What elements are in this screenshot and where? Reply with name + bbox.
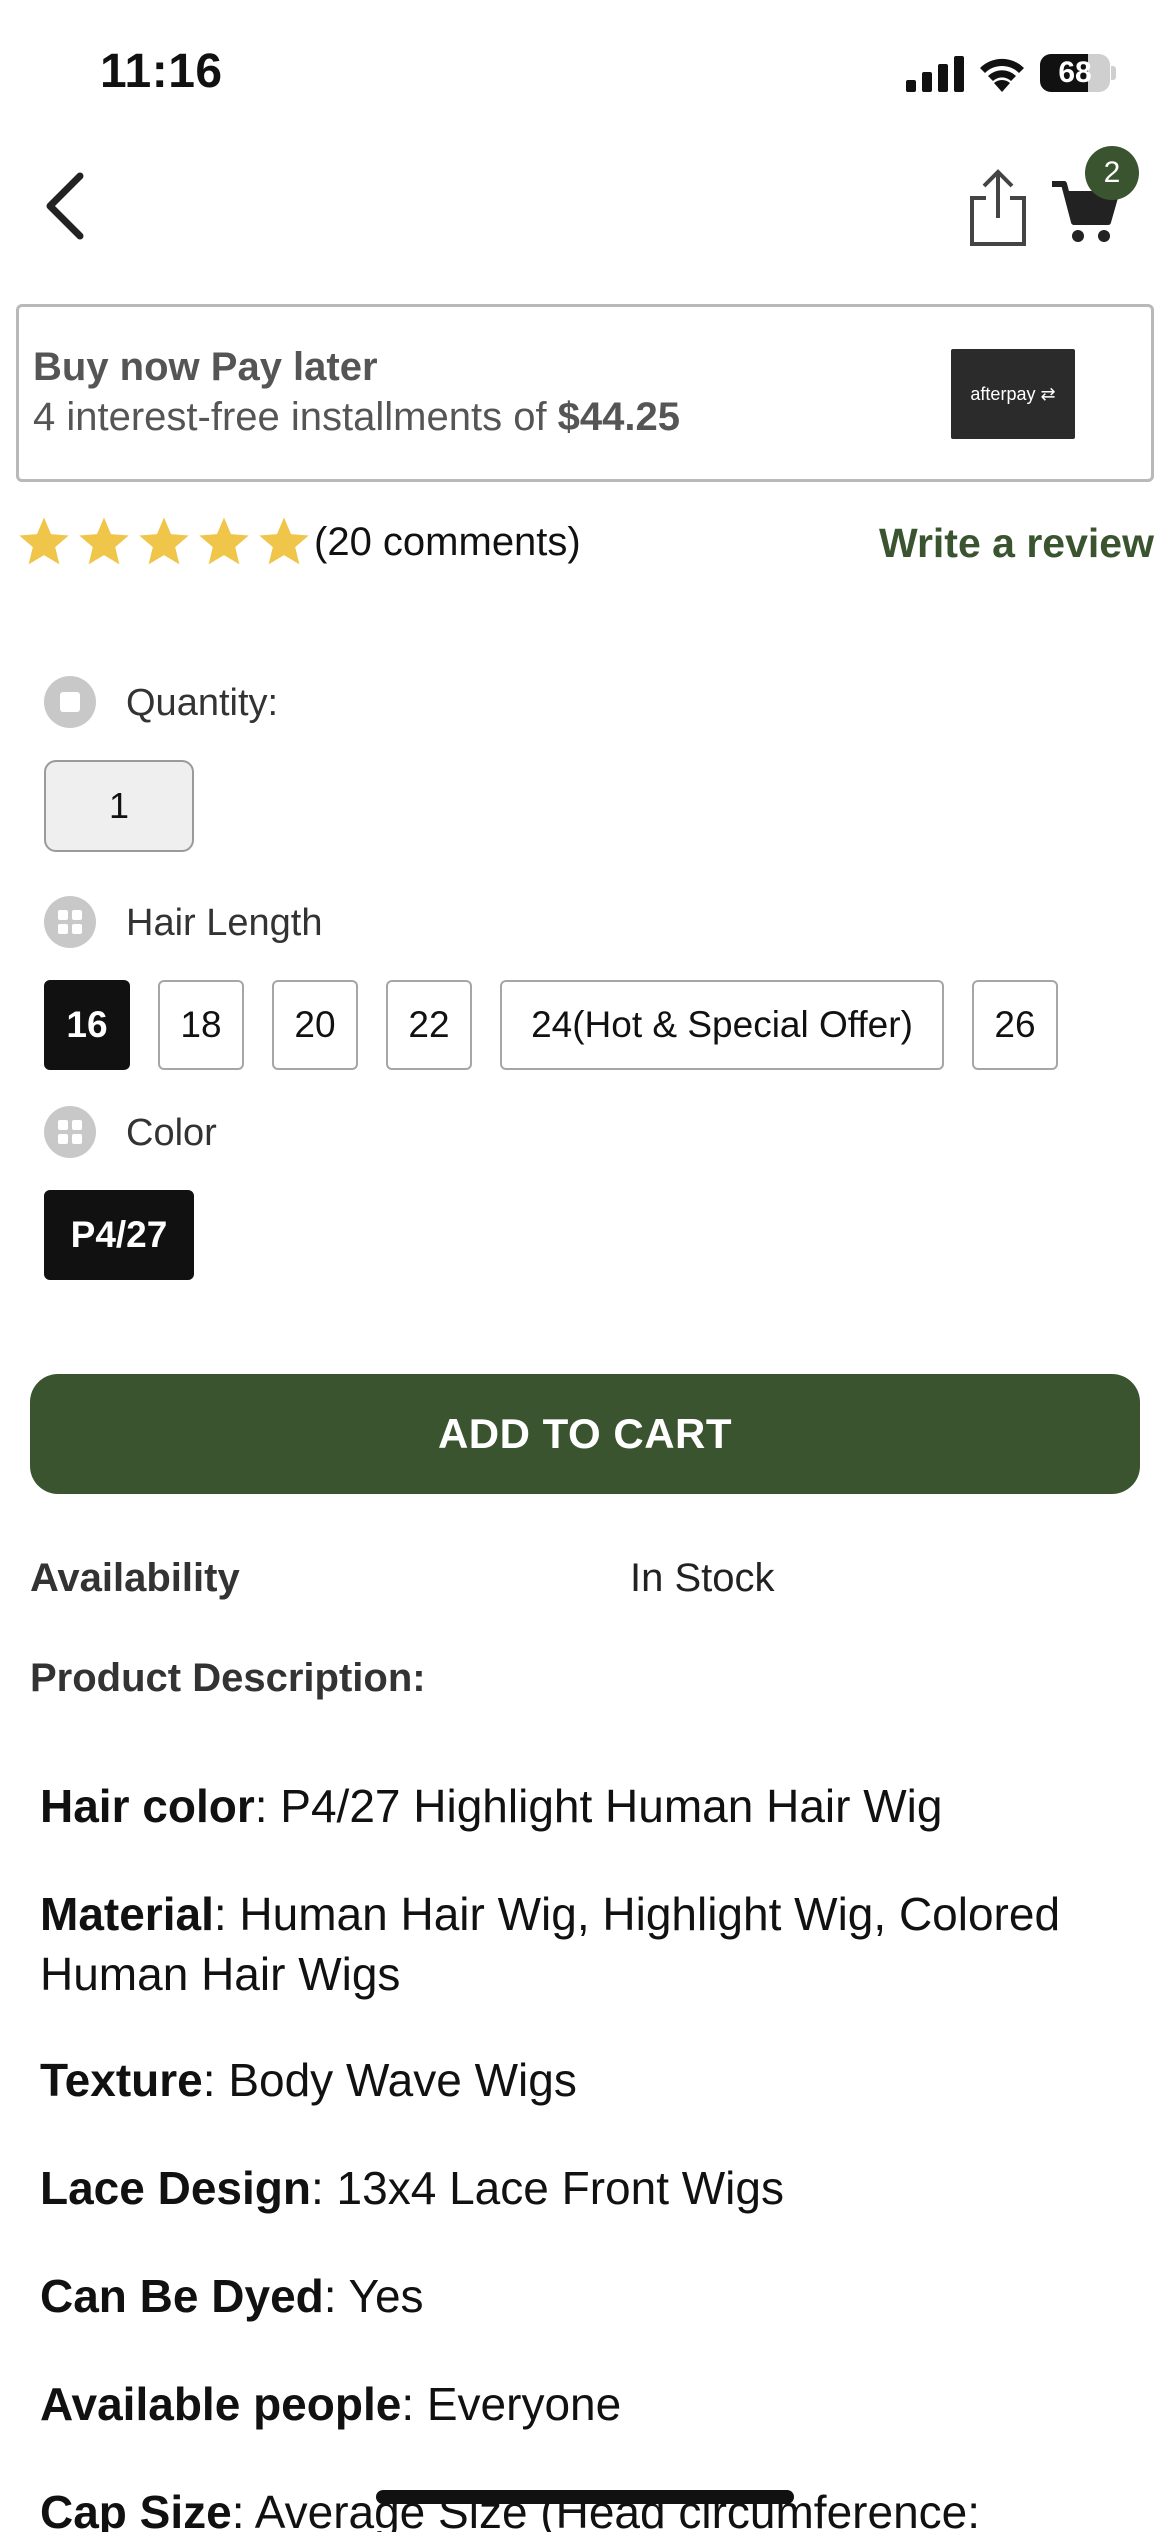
home-indicator[interactable]: [376, 2490, 794, 2504]
star-icon: [79, 517, 129, 565]
add-to-cart-button[interactable]: ADD TO CART: [30, 1374, 1140, 1494]
description-item-lace-design: Lace Design: 13x4 Lace Front Wigs: [40, 2162, 784, 2214]
availability-label: Availability: [30, 1556, 240, 1600]
bnpl-installments: 4 interest-free installments of $44.25: [33, 395, 681, 439]
afterpay-logo: afterpay ⇄: [951, 349, 1075, 439]
battery-percent: 68: [1058, 56, 1092, 89]
quantity-label: Quantity:: [126, 682, 279, 724]
battery-icon: 68: [1040, 54, 1116, 92]
quantity-option-icon: [44, 676, 96, 728]
share-icon[interactable]: [964, 168, 1032, 248]
hair-length-label: Hair Length: [126, 902, 323, 944]
installment-amount: $44.25: [557, 395, 681, 439]
status-bar: 11:16 68: [0, 0, 1170, 140]
color-option-icon: [44, 1106, 96, 1158]
quantity-input[interactable]: 1: [44, 760, 194, 852]
write-review-link[interactable]: Write a review: [879, 520, 1154, 567]
hair-length-option-16[interactable]: 16: [44, 980, 130, 1070]
back-chevron-icon[interactable]: [36, 168, 100, 244]
rating-row: (20 comments) Write a review: [16, 510, 1156, 580]
hair-length-option-20[interactable]: 20: [272, 980, 358, 1070]
star-icon: [259, 517, 309, 565]
color-option-p4-27[interactable]: P4/27: [44, 1190, 194, 1280]
hair-length-option-26[interactable]: 26: [972, 980, 1058, 1070]
description-item-texture: Texture: Body Wave Wigs: [40, 2054, 577, 2106]
hair-length-option-22[interactable]: 22: [386, 980, 472, 1070]
star-icon: [19, 517, 69, 565]
wifi-icon: [980, 58, 1024, 92]
description-item-material: Material: Human Hair Wig, Highlight Wig,…: [40, 1888, 1061, 2000]
hair-length-option-icon: [44, 896, 96, 948]
star-icon: [139, 517, 189, 565]
cart-count-badge: 2: [1085, 146, 1139, 200]
hair-length-option-18[interactable]: 18: [158, 980, 244, 1070]
product-description-title: Product Description:: [30, 1656, 426, 1700]
status-time: 11:16: [100, 45, 223, 98]
description-item-available-people: Available people: Everyone: [40, 2378, 622, 2430]
comments-count[interactable]: (20 comments): [314, 520, 581, 565]
color-label: Color: [126, 1112, 217, 1154]
cellular-signal-icon: [906, 56, 964, 92]
description-item-can-be-dyed: Can Be Dyed: Yes: [40, 2270, 424, 2322]
bnpl-title: Buy now Pay later: [33, 345, 378, 389]
star-icon: [199, 517, 249, 565]
description-item-hair-color: Hair color: P4/27 Highlight Human Hair W…: [40, 1780, 943, 1832]
availability-value: In Stock: [630, 1556, 775, 1600]
hair-length-option-24[interactable]: 24(Hot & Special Offer): [500, 980, 944, 1070]
buy-now-pay-later-banner: Buy now Pay later 4 interest-free instal…: [16, 304, 1154, 482]
